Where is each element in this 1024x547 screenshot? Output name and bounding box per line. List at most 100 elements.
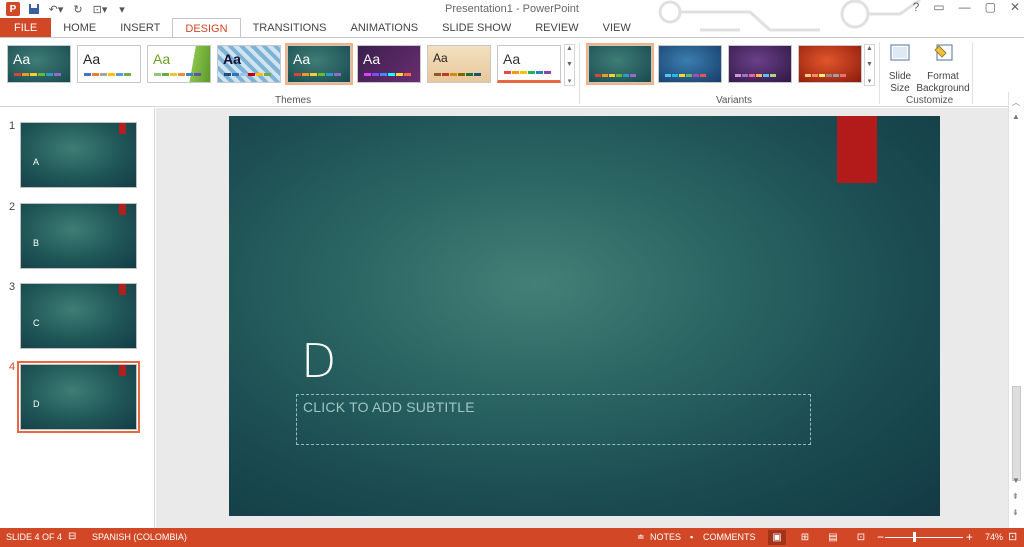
slide-number: 3 <box>9 281 16 293</box>
tab-home[interactable]: HOME <box>51 18 108 38</box>
variant-thumb-3[interactable] <box>728 45 792 83</box>
scroll-down-icon[interactable]: ▼ <box>866 61 873 68</box>
more-themes-icon[interactable]: ▾ <box>568 77 572 85</box>
tab-design[interactable]: DESIGN <box>172 18 241 38</box>
theme-thumb-7[interactable]: Aa <box>427 45 491 83</box>
themes-group-label: Themes <box>275 95 312 106</box>
theme-sample-text: Aa <box>363 51 381 67</box>
variant-thumb-4[interactable] <box>798 45 862 83</box>
zoom-slider-track[interactable] <box>885 537 963 538</box>
slide-flag <box>119 284 126 295</box>
close-icon[interactable]: ✕ <box>1010 0 1020 14</box>
tab-transitions[interactable]: TRANSITIONS <box>241 18 339 38</box>
normal-view-icon[interactable]: ▣ <box>768 530 786 545</box>
help-icon[interactable]: ? <box>913 0 920 14</box>
comments-icon[interactable]: ▪ <box>690 532 693 542</box>
theme-sample-text: Aa <box>293 51 311 67</box>
scroll-down-icon[interactable]: ▼ <box>566 61 573 68</box>
variants-group-label: Variants <box>716 95 752 106</box>
scrollbar-thumb[interactable] <box>1012 386 1021 481</box>
format-background-icon <box>934 44 953 61</box>
slide-title[interactable]: D <box>301 334 336 388</box>
zoom-level[interactable]: 74% <box>985 532 1003 542</box>
theme-thumb-6[interactable]: Aa <box>357 45 421 83</box>
theme-sample-text: Aa <box>83 51 101 67</box>
notes-icon[interactable]: ≐ <box>637 532 645 543</box>
slide-size-label: Slide Size <box>888 71 912 94</box>
slide-size-icon <box>890 44 910 61</box>
theme-sample-text: Aa <box>433 51 448 65</box>
variants-gallery-scroll[interactable]: ▲ ▼ ▾ <box>864 44 875 86</box>
slide-thumbnail-4-current[interactable]: D <box>17 361 140 433</box>
window-title: Presentation1 - PowerPoint <box>445 3 579 15</box>
tab-review[interactable]: REVIEW <box>523 18 590 38</box>
subtitle-placeholder[interactable]: CLICK TO ADD SUBTITLE <box>296 394 811 445</box>
format-background-label: Format Background <box>916 71 970 94</box>
theme-thumb-1[interactable]: Aa <box>7 45 71 83</box>
tab-file[interactable]: FILE <box>0 18 52 38</box>
slide-thumbnail-2[interactable]: B <box>20 203 137 269</box>
spelling-check-icon[interactable]: ⊟ <box>68 531 76 542</box>
themes-gallery-scroll[interactable]: ▲ ▼ ▾ <box>564 44 575 86</box>
slide-flag <box>119 123 126 134</box>
zoom-out-button[interactable]: − <box>877 530 884 544</box>
theme-thumb-5-selected[interactable]: Aa <box>285 43 353 85</box>
scroll-down-icon[interactable]: ▼ <box>1012 476 1020 485</box>
theme-thumb-4[interactable]: Aa <box>217 45 281 83</box>
group-separator <box>579 42 580 104</box>
minimize-icon[interactable]: — <box>959 0 971 14</box>
slide-size-button[interactable]: Slide Size <box>884 42 916 95</box>
reading-view-icon[interactable]: ▤ <box>824 530 842 545</box>
group-separator <box>972 42 973 104</box>
slide-number: 1 <box>9 120 16 132</box>
powerpoint-window: P ↶▾ ↻ ⊡▾ ▾ Presentation1 - PowerPoint ?… <box>0 0 1024 547</box>
variant-thumb-2[interactable] <box>658 45 722 83</box>
window-controls: ? ▭ — ▢ ✕ <box>913 0 1020 14</box>
fit-slide-icon[interactable]: ⊡ <box>1008 530 1017 543</box>
theme-sample-text: Aa <box>153 51 171 67</box>
theme-sample-text: Aa <box>13 51 31 67</box>
theme-thumb-3[interactable]: Aa <box>147 45 211 83</box>
format-background-button[interactable]: Format Background <box>916 42 970 95</box>
comments-button[interactable]: COMMENTS <box>703 532 756 542</box>
slide-show-view-icon[interactable]: ⊡ <box>852 530 870 545</box>
tab-view[interactable]: VIEW <box>591 18 643 38</box>
notes-button[interactable]: NOTES <box>650 532 681 542</box>
ribbon: Aa Aa Aa Aa Aa Aa Aa Aa ▲ ▼ ▾ Themes ▲ ▼… <box>0 37 1024 107</box>
ribbon-tabs: FILE HOME INSERT DESIGN TRANSITIONS ANIM… <box>0 18 1024 38</box>
scroll-up-icon[interactable]: ▲ <box>866 45 873 52</box>
scroll-up-icon[interactable]: ▲ <box>566 45 573 52</box>
subtitle-placeholder-text: CLICK TO ADD SUBTITLE <box>303 399 475 415</box>
previous-slide-icon[interactable]: ⇞ <box>1012 492 1019 501</box>
ribbon-display-options-icon[interactable]: ▭ <box>933 0 944 14</box>
slide-thumbnails-pane: 1 A 2 B 3 C 4 D <box>0 108 155 528</box>
theme-sample-text: Aa <box>223 51 241 67</box>
slide-flag <box>837 116 877 183</box>
vertical-scrollbar[interactable]: ︿ ▲ ▼ ⇞ ⇟ <box>1008 92 1024 528</box>
status-bar: SLIDE 4 OF 4 ⊟ SPANISH (COLOMBIA) ≐ NOTE… <box>0 528 1024 547</box>
theme-thumb-2[interactable]: Aa <box>77 45 141 83</box>
slide-flag <box>119 365 126 376</box>
slide-number: 4 <box>9 361 16 373</box>
tab-slide-show[interactable]: SLIDE SHOW <box>430 18 523 38</box>
slide-sorter-view-icon[interactable]: ⊞ <box>796 530 814 545</box>
tab-animations[interactable]: ANIMATIONS <box>339 18 431 38</box>
next-slide-icon[interactable]: ⇟ <box>1012 508 1019 517</box>
collapse-ribbon-icon[interactable]: ︿ <box>1012 97 1020 108</box>
slide-flag <box>119 204 126 215</box>
language-indicator[interactable]: SPANISH (COLOMBIA) <box>92 532 187 542</box>
theme-thumb-8[interactable]: Aa <box>497 45 561 83</box>
slide-thumbnail-title: A <box>33 157 40 167</box>
scroll-up-icon[interactable]: ▲ <box>1012 112 1020 121</box>
zoom-in-button[interactable]: + <box>966 530 973 544</box>
tab-insert[interactable]: INSERT <box>108 18 172 38</box>
current-slide[interactable]: D CLICK TO ADD SUBTITLE <box>229 116 940 516</box>
slide-thumbnail-title: B <box>33 238 40 248</box>
restore-icon[interactable]: ▢ <box>985 0 996 14</box>
variant-thumb-1-selected[interactable] <box>586 43 654 85</box>
slide-thumbnail-3[interactable]: C <box>20 283 137 349</box>
slide-thumbnail-1[interactable]: A <box>20 122 137 188</box>
slide-thumbnail-title: D <box>33 399 40 409</box>
zoom-slider-thumb[interactable] <box>912 532 916 542</box>
more-variants-icon[interactable]: ▾ <box>868 77 872 85</box>
